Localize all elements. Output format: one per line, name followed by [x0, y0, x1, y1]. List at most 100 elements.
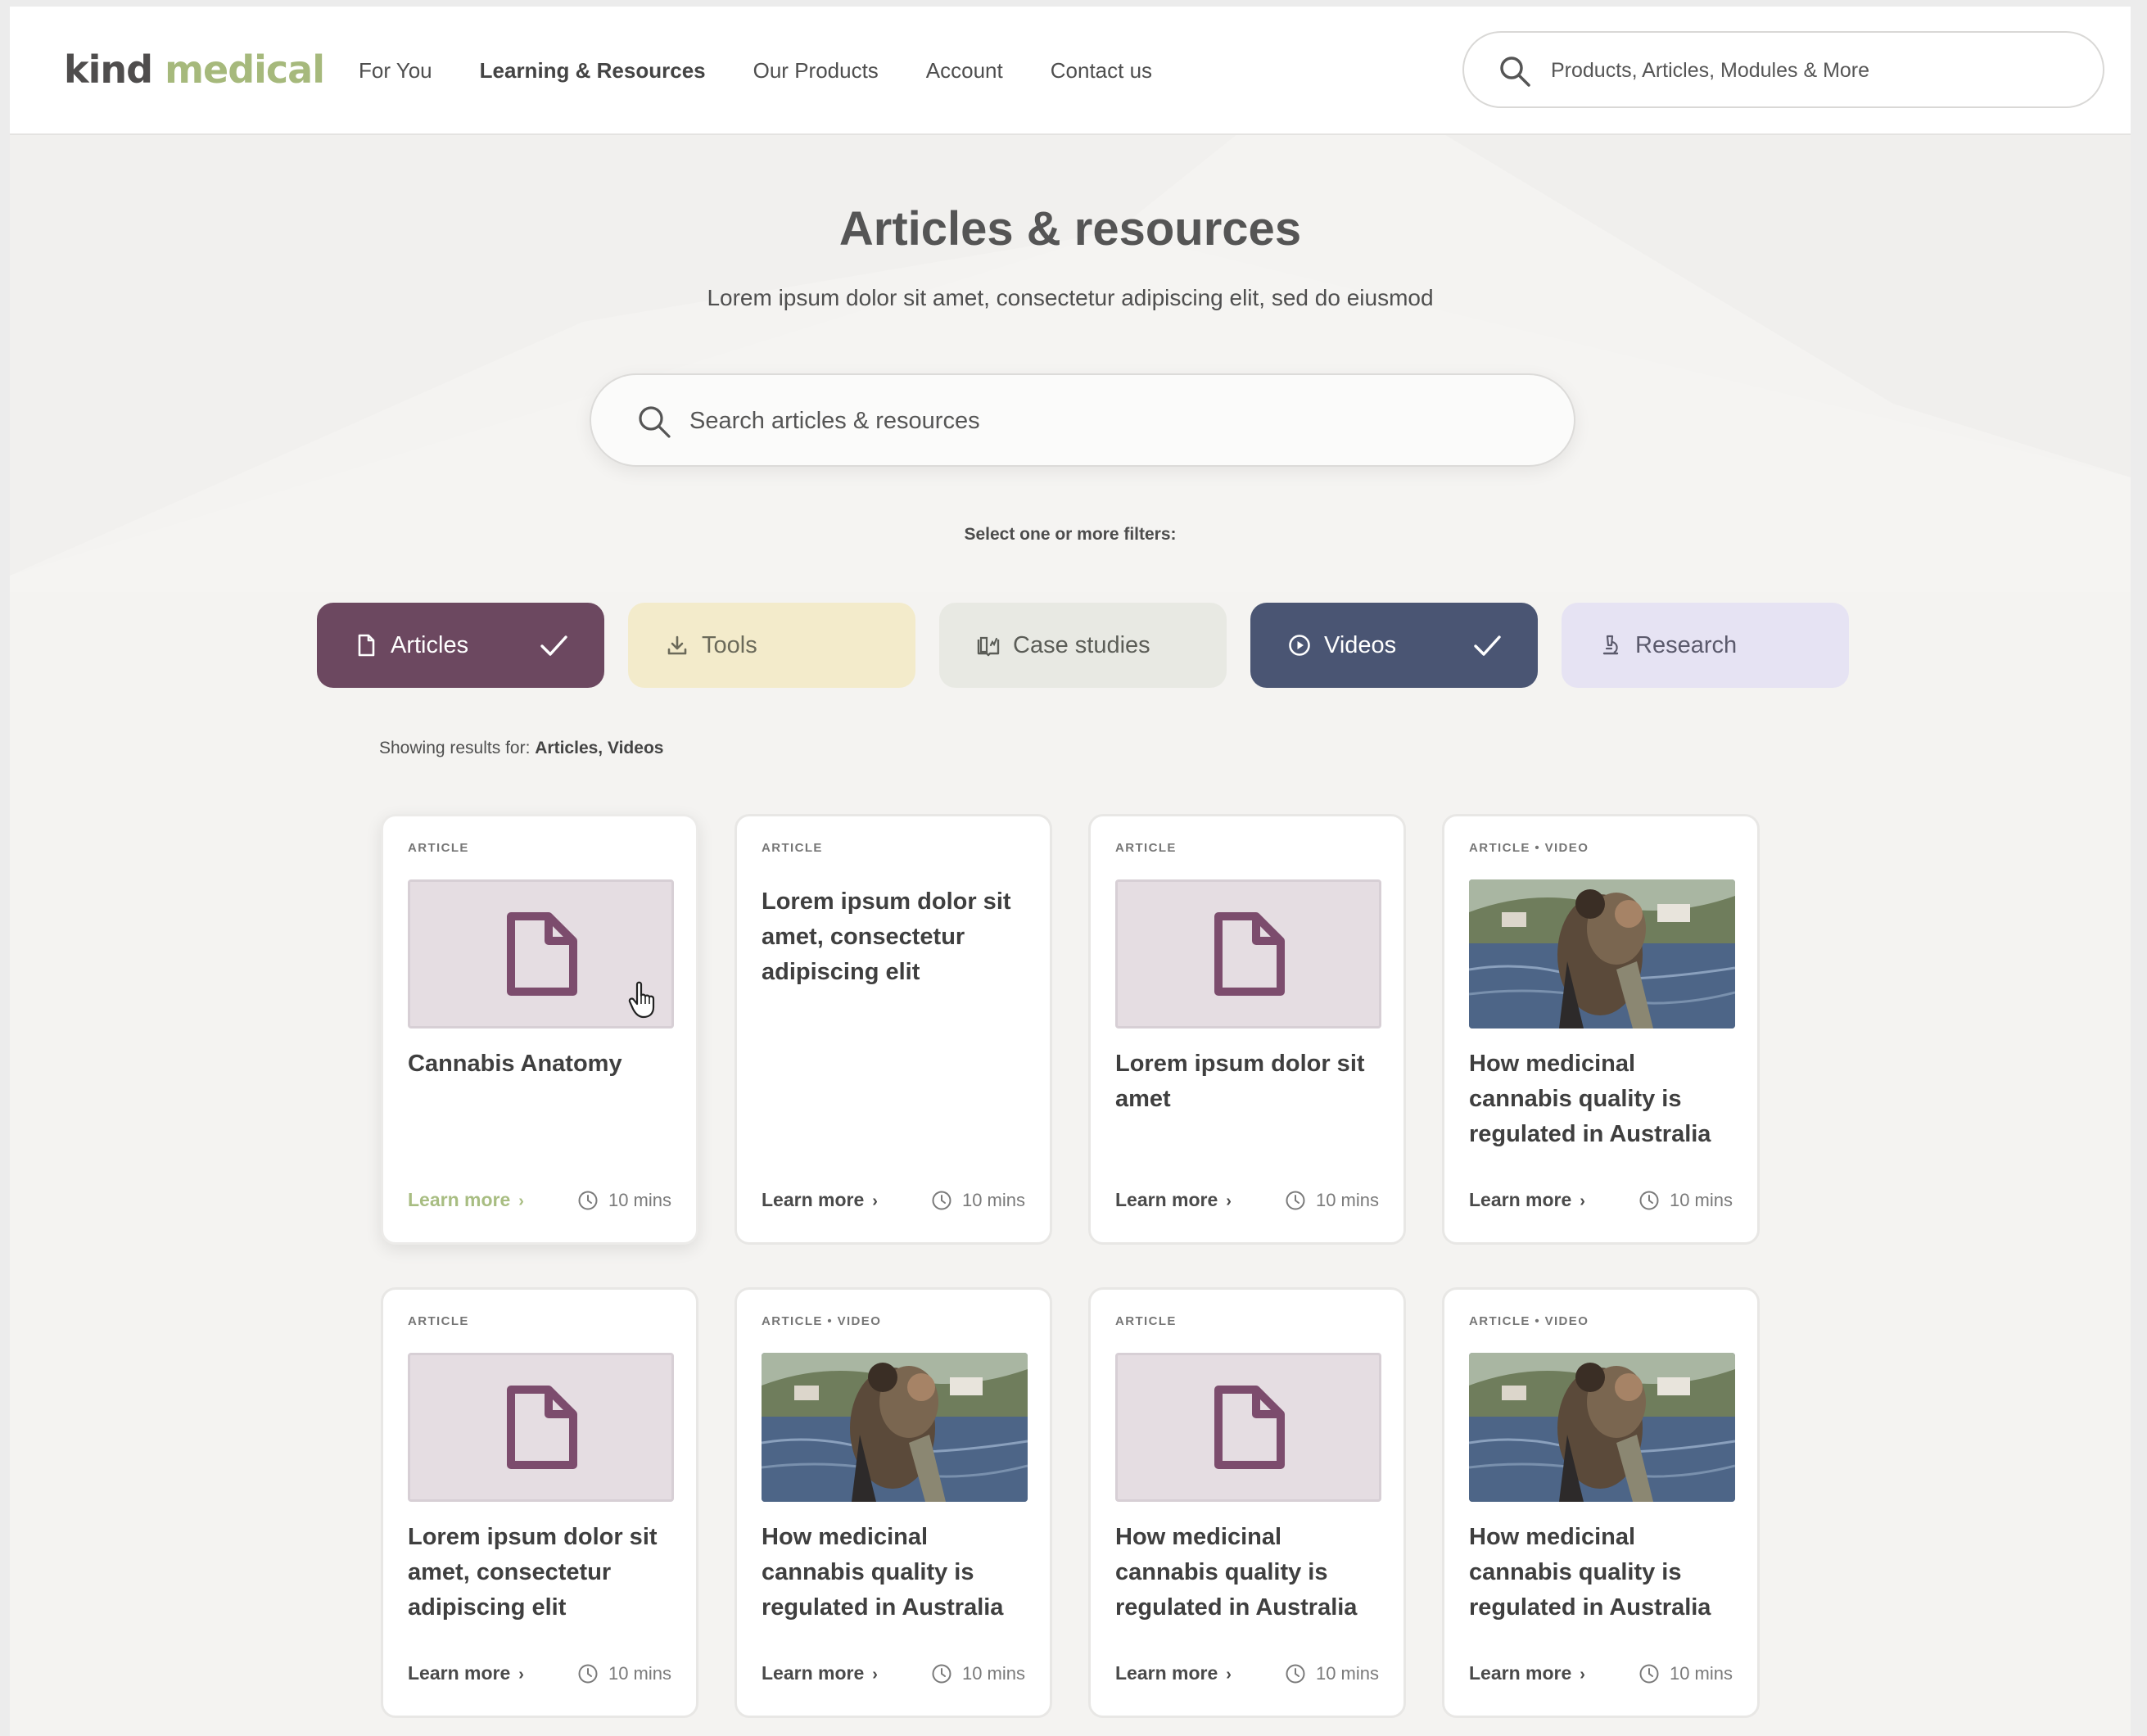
nav-contact-us[interactable]: Contact us — [1051, 58, 1152, 84]
document-icon — [1214, 1386, 1285, 1469]
search-icon — [639, 406, 671, 438]
reading-time-label: 10 mins — [1669, 1663, 1733, 1684]
reading-time: 10 mins — [1285, 1190, 1379, 1211]
resource-card[interactable]: ARTICLE • VIDEO How medicinal cannabis q… — [1442, 814, 1760, 1245]
couple-by-water-image — [762, 1353, 1028, 1502]
page-title: Articles & resources — [838, 202, 1302, 255]
filter-research[interactable]: Research — [1562, 603, 1849, 688]
filter-videos-label: Videos — [1324, 631, 1397, 658]
document-icon — [1214, 912, 1285, 996]
learn-more-link[interactable]: Learn more › — [762, 1189, 878, 1211]
resource-card[interactable]: ARTICLE Lorem ipsum dolor sit amet Learn… — [1088, 814, 1406, 1245]
clock-icon — [1286, 1191, 1305, 1210]
chevron-right-icon: › — [1226, 1666, 1232, 1684]
card-photo — [762, 1353, 1028, 1502]
clock-icon — [1639, 1664, 1659, 1684]
header-search-input[interactable] — [1551, 49, 2075, 92]
chevron-right-icon: › — [872, 1192, 878, 1210]
learn-more-link[interactable]: Learn more › — [408, 1662, 524, 1684]
filter-case-studies[interactable]: Case studies — [939, 603, 1227, 688]
learn-more-label: Learn more — [1115, 1662, 1218, 1684]
learn-more-link[interactable]: Learn more › — [1115, 1189, 1232, 1211]
clock-icon — [1286, 1664, 1305, 1684]
filter-case-studies-label: Case studies — [1013, 631, 1150, 658]
learn-more-label: Learn more — [762, 1189, 865, 1210]
resource-card[interactable]: ARTICLE Lorem ipsum dolor sit amet, cons… — [381, 1287, 698, 1718]
filter-prompt: Select one or more filters: — [964, 525, 1177, 544]
nav-our-products[interactable]: Our Products — [753, 58, 879, 84]
logo-kind: kind — [64, 47, 153, 92]
card-title: Lorem ipsum dolor sit amet, consectetur … — [762, 888, 1011, 985]
filter-chips: Articles Tools Case studies Videos Resea… — [317, 603, 1849, 688]
header-search[interactable] — [1462, 31, 2104, 108]
resource-card[interactable]: ARTICLE • VIDEO How medicinal cannabis q… — [734, 1287, 1052, 1718]
reading-time-label: 10 mins — [1315, 1663, 1379, 1684]
resource-card[interactable]: ARTICLE Cannabis Anatomy Learn more › 10 … — [381, 814, 698, 1245]
clock-icon — [1639, 1191, 1659, 1210]
reading-time-label: 10 mins — [608, 1663, 671, 1684]
card-photo — [1469, 879, 1735, 1028]
card-thumbnail — [1115, 1353, 1381, 1502]
card-tag: ARTICLE • VIDEO — [1469, 841, 1589, 855]
page: kind medical For You Learning & Resource… — [10, 7, 2131, 1736]
filter-tools-label: Tools — [702, 631, 757, 658]
reading-time-label: 10 mins — [961, 1663, 1025, 1684]
filter-tools[interactable]: Tools — [628, 603, 915, 688]
site-header: kind medical For You Learning & Resource… — [10, 7, 2131, 135]
card-title: How medicinal cannabis quality is regula… — [1469, 1524, 1711, 1621]
resource-card[interactable]: ARTICLE Lorem ipsum dolor sit amet, cons… — [734, 814, 1052, 1245]
learn-more-link[interactable]: Learn more › — [1469, 1189, 1585, 1211]
card-title: How medicinal cannabis quality is regula… — [1469, 1051, 1711, 1147]
card-thumbnail — [1115, 879, 1381, 1028]
couple-by-water-image — [1469, 1353, 1735, 1502]
resource-card[interactable]: ARTICLE • VIDEO How medicinal cannabis q… — [1442, 1287, 1760, 1718]
card-title: How medicinal cannabis quality is regula… — [1115, 1524, 1358, 1621]
nav-learning-resources[interactable]: Learning & Resources — [480, 58, 706, 84]
results-prefix: Showing results for: — [379, 739, 531, 757]
card-title: Lorem ipsum dolor sit amet, consectetur … — [408, 1524, 658, 1621]
document-icon — [507, 912, 577, 996]
document-icon — [507, 1386, 577, 1469]
hand-cursor-icon — [628, 981, 655, 1019]
clock-icon — [578, 1191, 598, 1210]
clock-icon — [932, 1664, 951, 1684]
filter-research-label: Research — [1635, 631, 1738, 658]
learn-more-link[interactable]: Learn more › — [1469, 1662, 1585, 1684]
card-photo — [1469, 1353, 1735, 1502]
learn-more-label: Learn more — [408, 1189, 511, 1210]
learn-more-link[interactable]: Learn more › — [762, 1662, 878, 1684]
download-icon — [667, 635, 687, 655]
card-title: Cannabis Anatomy — [408, 1051, 622, 1077]
couple-by-water-image — [1469, 879, 1735, 1028]
filter-articles[interactable]: Articles — [317, 603, 604, 688]
page-subtitle: Lorem ipsum dolor sit amet, consectetur … — [707, 285, 1434, 310]
learn-more-label: Learn more — [1469, 1189, 1572, 1210]
learn-more-link[interactable]: Learn more › — [1115, 1662, 1232, 1684]
resources-search-input[interactable] — [689, 398, 1541, 444]
resource-card[interactable]: ARTICLE How medicinal cannabis quality i… — [1088, 1287, 1406, 1718]
results-summary: Showing results for: Articles, Videos — [379, 739, 663, 758]
nav-for-you[interactable]: For You — [359, 58, 432, 84]
card-tag: ARTICLE — [762, 841, 823, 855]
reading-time-label: 10 mins — [608, 1190, 671, 1210]
reading-time: 10 mins — [1285, 1663, 1379, 1684]
chevron-right-icon: › — [872, 1666, 878, 1684]
chevron-right-icon: › — [1580, 1192, 1585, 1210]
card-tag: ARTICLE — [408, 1314, 469, 1328]
resources-search[interactable] — [590, 373, 1575, 467]
chevron-right-icon: › — [518, 1192, 524, 1210]
card-tag: ARTICLE — [1115, 1314, 1177, 1328]
clock-icon — [578, 1664, 598, 1684]
main-nav: For You Learning & Resources Our Product… — [359, 7, 1152, 135]
nav-account[interactable]: Account — [926, 58, 1003, 84]
filter-videos[interactable]: Videos — [1250, 603, 1538, 688]
logo[interactable]: kind medical — [64, 47, 325, 92]
learn-more-link[interactable]: Learn more › — [408, 1189, 524, 1211]
search-icon — [1500, 57, 1530, 87]
clock-icon — [932, 1191, 951, 1210]
chevron-right-icon: › — [518, 1666, 524, 1684]
checkmark-icon — [1474, 635, 1501, 656]
reading-time-label: 10 mins — [961, 1190, 1025, 1210]
reading-time: 10 mins — [577, 1663, 671, 1684]
chevron-right-icon: › — [1580, 1666, 1585, 1684]
